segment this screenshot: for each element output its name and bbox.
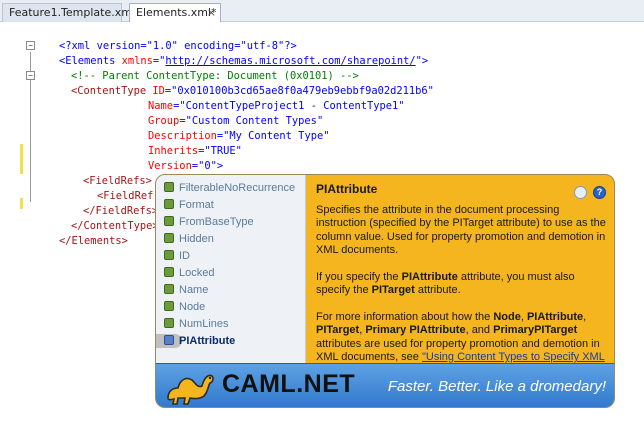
completion-item[interactable]: FilterableNoRecurrence [164, 180, 304, 196]
code-line-10: <FieldRefs> [83, 175, 152, 187]
code-line-7: Description="My Content Type" [148, 130, 330, 142]
brand-tagline: Faster. Better. Like a dromedary! [387, 378, 606, 395]
completion-item[interactable]: Name [164, 282, 304, 298]
description-paragraph: If you specify the PIAttribute attribute… [316, 270, 575, 297]
change-marker [20, 144, 23, 174]
completion-item[interactable]: ID [164, 248, 304, 264]
tab-label: Feature1.Template.xml [9, 6, 136, 19]
attribute-icon [164, 267, 174, 277]
attribute-icon [164, 182, 174, 192]
dromedary-logo [167, 374, 214, 405]
completion-item[interactable]: Node [164, 299, 304, 315]
code-line-8: Inherits="TRUE" [148, 145, 242, 157]
attribute-icon [164, 250, 174, 260]
code-line-14: </Elements> [59, 235, 128, 247]
completion-item[interactable]: Locked [164, 265, 304, 281]
code-line-3: <!-- Parent ContentType: Document (0x010… [71, 70, 359, 82]
description-paragraph: Specifies the attribute in the document … [316, 203, 606, 257]
tab-elements-xml[interactable]: Elements.xml* × [129, 3, 221, 22]
tab-label: Elements.xml* [136, 6, 217, 19]
code-line-1: <?xml version="1.0" encoding="utf-8"?> [59, 40, 297, 52]
description-pane: PIAttribute Specifies the attribute in t… [316, 182, 608, 391]
code-line-4: <ContentType ID="0x010100b3cd65ae8f0a479… [71, 85, 434, 97]
magnifier-icon[interactable] [574, 186, 587, 199]
close-icon[interactable]: × [207, 4, 216, 22]
help-icon[interactable]: ? [593, 186, 606, 199]
completion-item[interactable]: FromBaseType [164, 214, 304, 230]
code-line-6: Group="Custom Content Types" [148, 115, 324, 127]
completion-item[interactable]: Hidden [164, 231, 304, 247]
attribute-icon [164, 199, 174, 209]
completion-item[interactable]: NumLines [164, 316, 304, 332]
attribute-icon [164, 318, 174, 328]
code-line-5: Name="ContentTypeProject1 - ContentType1… [148, 100, 405, 112]
code-line-13: </ContentType> [71, 220, 159, 232]
attribute-icon [164, 233, 174, 243]
code-line-12: </FieldRefs> [83, 205, 159, 217]
brand-name: CAML.NET [222, 370, 356, 398]
completion-list[interactable]: FilterableNoRecurrence Format FromBaseTy… [156, 175, 306, 363]
code-line-2: <Elements xmlns="http://schemas.microsof… [59, 55, 429, 67]
attribute-icon [164, 301, 174, 311]
change-marker [20, 198, 23, 209]
code-line-9: Version="0"> [148, 160, 224, 172]
intellisense-popup: FilterableNoRecurrence Format FromBaseTy… [155, 174, 615, 408]
description-toolbar: ? [568, 182, 606, 201]
attribute-icon [164, 284, 174, 294]
document-tab-strip: Feature1.Template.xml Elements.xml* × [0, 0, 644, 22]
tab-feature1-template[interactable]: Feature1.Template.xml [2, 3, 135, 22]
completion-item-selected[interactable]: PIAttribute [164, 333, 304, 349]
attribute-icon [164, 216, 174, 226]
caml-net-banner: CAML.NET Faster. Better. Like a dromedar… [156, 363, 614, 407]
description-title: PIAttribute [316, 182, 378, 196]
attribute-icon [164, 335, 174, 345]
completion-item[interactable]: Format [164, 197, 304, 213]
